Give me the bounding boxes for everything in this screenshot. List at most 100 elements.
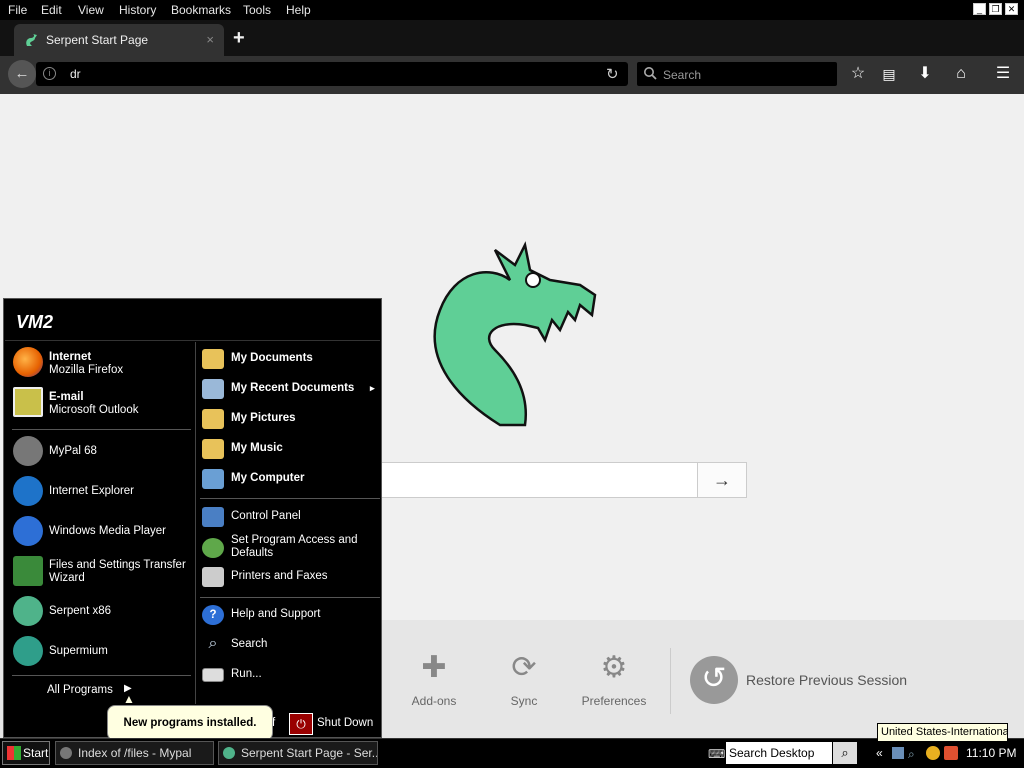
tab-title: Serpent Start Page xyxy=(46,33,149,47)
menu-help[interactable]: Help xyxy=(286,3,311,17)
start-label: Start xyxy=(23,746,49,760)
mypal-icon xyxy=(60,747,72,759)
close-tab-icon[interactable]: × xyxy=(206,32,214,47)
outlook-icon xyxy=(13,387,43,417)
menu-file[interactable]: File xyxy=(8,3,27,17)
mouse-cursor-icon: ▲ xyxy=(123,692,135,706)
taskbar-button-serpent[interactable]: Serpent Start Page - Ser... xyxy=(218,741,378,765)
start-item-email-subtitle: Microsoft Outlook xyxy=(49,404,139,416)
notification-balloon: New programs installed. xyxy=(107,705,273,741)
mypal-icon xyxy=(13,436,43,466)
control-panel-icon xyxy=(202,507,224,527)
menu-edit[interactable]: Edit xyxy=(41,3,62,17)
wmp-icon xyxy=(13,516,43,546)
tray-app-icon[interactable] xyxy=(926,746,940,760)
serpent-icon xyxy=(26,34,37,46)
search-input-placeholder[interactable]: Search xyxy=(663,68,701,82)
start-menu-username: VM2 xyxy=(16,312,54,332)
folder-music-icon xyxy=(202,439,224,459)
keyboard-icon[interactable]: ⌨ xyxy=(708,747,725,761)
start-item-ie-label: Internet Explorer xyxy=(49,485,135,497)
transfer-wizard-icon xyxy=(13,556,43,586)
tray-network-icon[interactable] xyxy=(892,747,904,759)
start-item-email-title: E-mail xyxy=(49,391,84,403)
start-item-media-player[interactable]: Windows Media Player xyxy=(13,516,193,548)
desktop-search-input[interactable]: Search Desktop xyxy=(726,742,832,764)
desktop-search-button[interactable]: ⌕ xyxy=(833,742,857,764)
taskbar-mypal-label: Index of /files - Mypal xyxy=(78,746,192,760)
start-item-mypal-label: MyPal 68 xyxy=(49,445,97,457)
home-icon[interactable]: ⌂ xyxy=(950,63,972,85)
shutdown-icon[interactable]: ⏻ xyxy=(289,713,313,735)
folder-documents-icon xyxy=(202,349,224,369)
start-item-internet[interactable]: Internet Mozilla Firefox xyxy=(13,347,193,379)
all-programs-button[interactable]: All Programs xyxy=(47,684,113,696)
settings-separator xyxy=(200,597,380,598)
system-clock: 11:10 PM xyxy=(966,746,1017,760)
preferences-label: Preferences xyxy=(581,694,647,708)
start-item-internet-subtitle: Mozilla Firefox xyxy=(49,364,124,376)
ie-icon xyxy=(13,476,43,506)
addons-label: Add-ons xyxy=(411,694,457,708)
start-item-program-access[interactable]: Set Program Access and Defaults xyxy=(202,534,378,562)
back-button[interactable]: ← xyxy=(8,60,36,88)
recent-documents-icon xyxy=(202,379,224,399)
restore-session-button[interactable]: Restore Previous Session xyxy=(746,672,907,688)
start-item-supermium[interactable]: Supermium xyxy=(13,636,193,668)
sync-icon: ⟳ xyxy=(511,651,537,684)
shutdown-button[interactable]: Shut Down xyxy=(317,717,373,729)
tab-serpent-start-page[interactable]: Serpent Start Page × xyxy=(14,24,224,56)
submenu-arrow-icon: ▸ xyxy=(370,383,375,393)
serpent-icon xyxy=(13,596,43,626)
restore-session-icon[interactable]: ↺ xyxy=(690,656,738,704)
tray-search-icon[interactable]: ⌕ xyxy=(908,747,915,762)
search-submit-button[interactable]: → xyxy=(697,462,747,498)
url-input[interactable]: dr xyxy=(70,67,81,81)
pinned-separator xyxy=(12,429,191,430)
program-defaults-icon xyxy=(202,538,224,558)
serpent-logo xyxy=(433,241,597,427)
bookmarks-library-icon[interactable]: ▤ xyxy=(878,63,900,85)
recent-separator xyxy=(12,675,191,676)
search-icon: ⌕ xyxy=(208,635,218,652)
tray-shield-icon[interactable] xyxy=(944,746,958,760)
start-button[interactable]: Start xyxy=(2,741,50,765)
reload-icon[interactable]: ↻ xyxy=(606,65,619,83)
start-item-serpent-label: Serpent x86 xyxy=(49,605,112,617)
preferences-launcher[interactable]: ⚙ Preferences xyxy=(574,650,654,708)
printer-icon xyxy=(202,567,224,587)
help-icon: ? xyxy=(202,605,224,625)
menu-bookmarks[interactable]: Bookmarks xyxy=(171,3,231,17)
addons-launcher[interactable]: ✚ Add-ons xyxy=(394,650,474,708)
supermium-icon xyxy=(13,636,43,666)
start-item-wmp-label: Windows Media Player xyxy=(49,525,166,537)
start-item-transfer-wizard[interactable]: Files and Settings Transfer Wizard xyxy=(13,556,193,588)
start-item-email[interactable]: E-mail Microsoft Outlook xyxy=(13,387,193,419)
run-icon xyxy=(202,668,224,682)
close-window-button[interactable]: ✕ xyxy=(1005,3,1018,15)
sync-launcher[interactable]: ⟳ Sync xyxy=(484,650,564,708)
web-search-input[interactable] xyxy=(340,462,698,498)
bookmark-star-icon[interactable]: ☆ xyxy=(847,63,869,85)
taskbar-button-mypal[interactable]: Index of /files - Mypal xyxy=(55,741,214,765)
start-item-mypal[interactable]: MyPal 68 xyxy=(13,436,193,468)
start-item-serpent[interactable]: Serpent x86 xyxy=(13,596,193,628)
minimize-button[interactable]: _ xyxy=(973,3,986,15)
computer-icon xyxy=(202,469,224,489)
start-item-internet-title: Internet xyxy=(49,351,92,363)
sync-label: Sync xyxy=(510,694,538,708)
menu-history[interactable]: History xyxy=(119,3,156,17)
new-tab-button[interactable]: + xyxy=(233,27,245,50)
url-bar[interactable] xyxy=(36,62,628,86)
menu-view[interactable]: View xyxy=(78,3,104,17)
info-icon[interactable]: i xyxy=(43,67,56,80)
start-menu-header-separator xyxy=(5,340,380,341)
places-separator xyxy=(200,498,380,499)
download-icon[interactable]: ⬇ xyxy=(914,63,936,85)
menu-tools[interactable]: Tools xyxy=(243,3,271,17)
start-item-internet-explorer[interactable]: Internet Explorer xyxy=(13,476,193,508)
tray-expand-chevron[interactable]: « xyxy=(876,746,883,760)
hamburger-menu-icon[interactable]: ☰ xyxy=(992,63,1014,85)
windows-logo-icon xyxy=(7,746,21,760)
restore-window-button[interactable]: ❐ xyxy=(989,3,1002,15)
